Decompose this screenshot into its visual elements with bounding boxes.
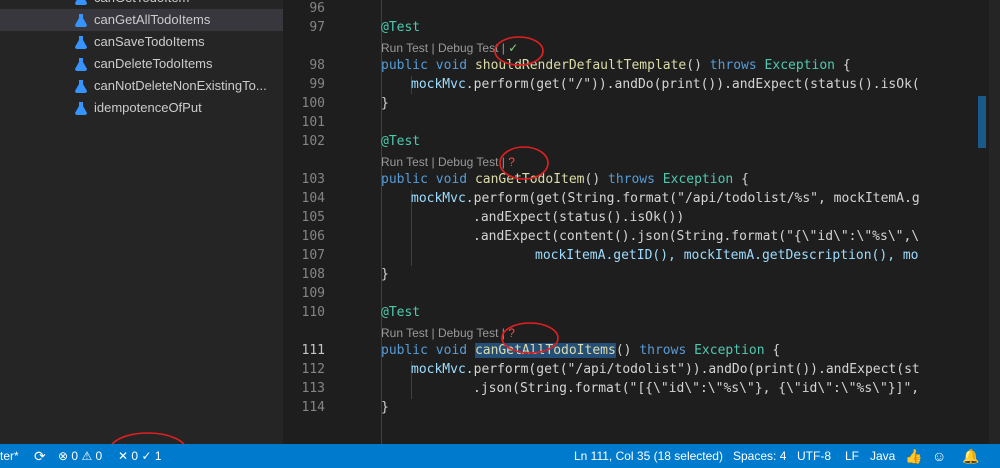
- error-icon: ⊗: [58, 449, 69, 463]
- bell-icon[interactable]: 🔔: [962, 444, 979, 468]
- status-bar: ter* ⟳ ⊗ 0 ⚠ 0 ✕ 0 ✓ 1 Ln 111, Col 35 (1…: [0, 444, 1000, 468]
- branch-name[interactable]: ter*: [0, 444, 19, 468]
- thumbs-up-icon[interactable]: 👍: [905, 444, 922, 468]
- problems-indicator[interactable]: ⊗ 0 ⚠ 0: [58, 444, 102, 468]
- red-circle-annotation: [494, 36, 544, 66]
- red-circle-annotation: [501, 322, 559, 354]
- red-annotation-overlay: [109, 36, 559, 468]
- warning-count: 0: [95, 449, 103, 463]
- fail-icon: ✕: [118, 449, 129, 463]
- feedback-smiley-icon[interactable]: ☺: [932, 444, 946, 468]
- failed-count: 0: [131, 449, 139, 463]
- line-ending[interactable]: LF: [845, 444, 859, 468]
- test-results-indicator[interactable]: ✕ 0 ✓ 1: [118, 444, 162, 468]
- language-mode[interactable]: Java: [870, 444, 895, 468]
- red-circle-annotation: [499, 146, 549, 180]
- error-count: 0: [71, 449, 79, 463]
- sync-icon[interactable]: ⟳: [34, 444, 46, 468]
- cursor-position[interactable]: Ln 111, Col 35 (18 selected): [574, 444, 723, 468]
- pass-icon: ✓: [141, 449, 152, 463]
- warning-icon: ⚠: [81, 449, 93, 463]
- indentation[interactable]: Spaces: 4: [733, 444, 786, 468]
- encoding[interactable]: UTF-8: [797, 444, 831, 468]
- passed-count: 1: [154, 449, 162, 463]
